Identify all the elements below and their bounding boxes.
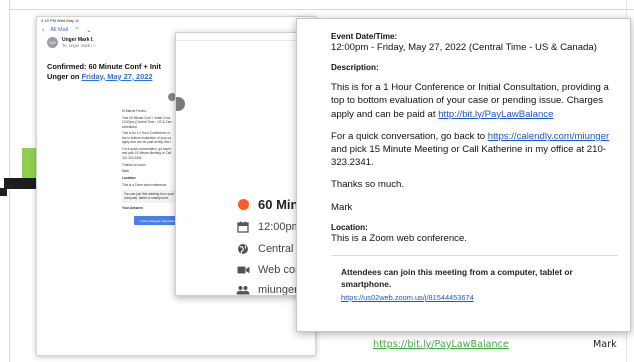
event-attendee-row: miunger: [236, 284, 298, 296]
status-bar: 2:19 PM Wed May 11 ... 64%: [37, 17, 315, 25]
body-line: top to bottom evaluation of your ca: [122, 135, 171, 140]
attendees-text: Attendees can join this meeting from a c…: [341, 267, 573, 290]
people-icon: [236, 285, 250, 295]
calendar-icon: [236, 221, 250, 233]
event-title-row: 60 Min: [236, 197, 298, 212]
zoom-meeting-link[interactable]: https://us02web.zoom.us/j/81544453674: [341, 293, 618, 302]
thanks-text: Thanks so much.: [331, 179, 405, 191]
video-camera-icon: [236, 265, 250, 275]
event-location-row: Web con: [236, 264, 301, 276]
status-time: 2:19 PM Wed May 11: [41, 18, 80, 23]
event-attendee: miunger: [258, 284, 298, 296]
calendly-link[interactable]: https://calendly.com/miunger: [488, 131, 609, 142]
sender-to[interactable]: To: unger mark i >: [62, 43, 96, 48]
body-line: Your 60 Minute Conf + Initial Cons: [122, 115, 171, 120]
event-title: 60 Min: [258, 197, 299, 212]
pay-balance-link[interactable]: http://bit.ly/PayLawBalance: [438, 109, 553, 120]
subject-line-2-prefix: Unger on: [47, 71, 82, 81]
datetime-label: Event Date/Time:: [331, 32, 398, 41]
back-chevron-icon[interactable]: ‹: [42, 27, 44, 34]
quick-text-end: and pick 15 Minute Meeting or Call Kathe…: [331, 144, 606, 169]
event-time: 12:00pm: [258, 221, 301, 233]
chevron-up-icon[interactable]: ⌃: [74, 26, 80, 34]
location-section: Location: This is a Zoom web conference.: [331, 223, 618, 245]
location-value: This is a Zoom web conference.: [331, 232, 467, 244]
event-color-dot-icon: [236, 199, 250, 210]
description-text: This is for a 1 Hour Conference or Initi…: [331, 81, 618, 121]
frame-line-top: [9, 9, 634, 10]
caption-name: Mark: [593, 339, 617, 350]
chevron-down-icon[interactable]: ⌄: [86, 26, 92, 34]
description-label: Description:: [331, 63, 379, 73]
body-line: scheduled.: [122, 124, 138, 129]
body-line: and pick 15 Minute Meeting or Call: [122, 151, 172, 156]
body-line: 12:00pm (Central Time - US & Can: [122, 120, 172, 125]
location-label: Location:: [331, 222, 368, 232]
datetime-value: 12:00pm - Friday, May 27, 2022 (Central …: [331, 42, 597, 53]
globe-icon: [236, 243, 250, 255]
event-time-row: 12:00pm: [236, 221, 301, 233]
caption-pay-link[interactable]: https://bit.ly/PayLawBalance: [373, 339, 509, 350]
stage: 2:19 PM Wed May 11 ... 64% ‹ All Mail ⌃ …: [0, 0, 634, 362]
signature-text: Mark: [331, 201, 353, 213]
decorative-black-stub: [0, 188, 7, 196]
subject-date-link[interactable]: Friday, May 27, 2022: [82, 72, 153, 81]
avatar: UM: [47, 37, 58, 48]
body-line: For a quick conversation, go back t: [122, 147, 172, 152]
attendees-section: Attendees can join this meeting from a c…: [331, 255, 618, 302]
body-line: apply and can be paid at http://bit.l: [122, 140, 171, 145]
event-location: Web con: [258, 264, 302, 276]
event-timezone-row: Central T: [236, 243, 303, 255]
calendly-logo-partial-icon: [176, 97, 185, 111]
description-label-section: Description:: [331, 63, 618, 72]
datetime-section: Event Date/Time: 12:00pm - Friday, May 2…: [331, 32, 618, 54]
quick-conversation-text: For a quick conversation, go back to htt…: [331, 130, 618, 170]
body-line: This is for a 1 Hour Conference or: [122, 131, 171, 136]
quick-text-start: For a quick conversation, go back to: [331, 130, 488, 142]
back-button[interactable]: All Mail: [50, 27, 68, 33]
body-line: 210-323.2341.: [122, 155, 143, 160]
event-detail-card: Event Date/Time: 12:00pm - Friday, May 2…: [296, 18, 631, 332]
